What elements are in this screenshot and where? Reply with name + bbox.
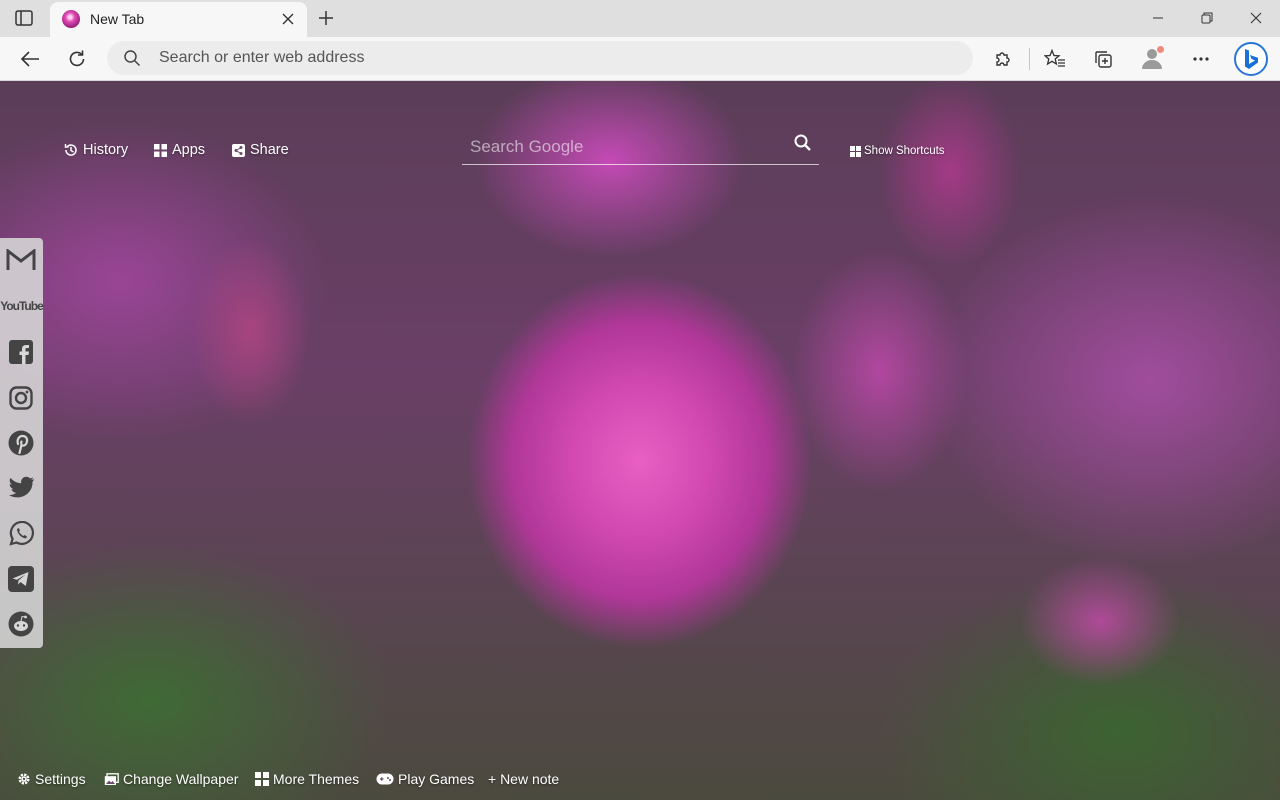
play-games-button[interactable]: Play Games <box>376 771 474 787</box>
back-arrow-icon[interactable] <box>17 46 43 72</box>
change-wallpaper-label: Change Wallpaper <box>123 771 239 787</box>
more-themes-label: More Themes <box>273 771 360 787</box>
whatsapp-icon[interactable] <box>4 517 38 551</box>
bing-copilot-icon[interactable] <box>1234 42 1268 76</box>
toolbar-divider <box>1029 48 1030 70</box>
show-shortcuts-button[interactable]: Show Shortcuts <box>850 145 945 157</box>
favorites-star-icon[interactable] <box>1042 46 1068 72</box>
address-input[interactable] <box>159 46 949 70</box>
tab-actions-menu-icon[interactable] <box>14 9 34 27</box>
more-menu-ellipsis-icon[interactable] <box>1188 46 1214 72</box>
profile-avatar-icon[interactable] <box>1140 46 1164 70</box>
facebook-icon[interactable] <box>4 335 38 369</box>
pinterest-icon[interactable] <box>4 426 38 460</box>
search-icon[interactable] <box>793 133 813 153</box>
rose-favicon-icon <box>62 10 80 28</box>
youtube-logo-text: YouTube <box>0 299 44 313</box>
apps-label: Apps <box>172 142 206 158</box>
instagram-icon[interactable] <box>4 381 38 415</box>
restore-icon[interactable] <box>1193 6 1221 30</box>
show-shortcuts-label: Show Shortcuts <box>864 145 945 157</box>
navigation-toolbar <box>0 37 1280 81</box>
tab-new-tab[interactable]: New Tab <box>50 2 307 37</box>
youtube-icon[interactable]: YouTube <box>0 289 44 323</box>
google-search-box[interactable] <box>462 131 819 165</box>
gmail-icon[interactable] <box>4 243 38 277</box>
settings-label: Settings <box>35 771 86 787</box>
play-games-label: Play Games <box>398 771 475 787</box>
share-label: Share <box>250 142 289 158</box>
twitter-icon[interactable] <box>4 471 38 505</box>
minimize-icon[interactable] <box>1144 6 1172 30</box>
bottom-actions-bar: Settings Change Wallpaper More Themes Pl… <box>0 771 1280 795</box>
telegram-icon[interactable] <box>4 562 38 596</box>
tab-strip: New Tab <box>0 0 1280 37</box>
gamepad-icon <box>376 773 394 785</box>
address-bar[interactable] <box>107 41 973 75</box>
gear-icon <box>18 773 30 785</box>
extensions-puzzle-icon[interactable] <box>990 46 1016 72</box>
search-icon <box>123 49 141 67</box>
apps-grid-icon <box>154 143 167 157</box>
close-window-icon[interactable] <box>1242 6 1270 30</box>
share-link[interactable]: Share <box>232 142 289 158</box>
history-link[interactable]: History <box>64 142 128 158</box>
google-search-input[interactable] <box>470 135 780 159</box>
wallpaper-image-icon <box>104 772 119 785</box>
apps-link[interactable]: Apps <box>154 142 205 158</box>
history-label: History <box>83 142 129 158</box>
close-tab-icon[interactable] <box>279 10 297 28</box>
profile-notification-dot <box>1157 46 1164 53</box>
history-clock-icon <box>64 144 77 156</box>
settings-button[interactable]: Settings <box>17 771 86 787</box>
themes-grid-icon <box>255 772 269 786</box>
tab-title: New Tab <box>90 11 145 27</box>
reddit-icon[interactable] <box>4 607 38 641</box>
collections-icon[interactable] <box>1090 46 1116 72</box>
new-note-button[interactable]: + New note <box>488 771 559 787</box>
share-icon <box>232 143 245 157</box>
more-themes-button[interactable]: More Themes <box>255 771 359 787</box>
shortcuts-grid-icon <box>850 145 861 157</box>
social-links-sidebar: YouTube <box>0 238 44 648</box>
change-wallpaper-button[interactable]: Change Wallpaper <box>104 771 238 787</box>
refresh-icon[interactable] <box>64 46 90 72</box>
new-tab-page-wallpaper: History Apps Share Show Shortcuts YouTub… <box>0 81 1280 800</box>
new-note-label: + New note <box>488 771 560 787</box>
new-tab-plus-icon[interactable] <box>314 7 338 29</box>
